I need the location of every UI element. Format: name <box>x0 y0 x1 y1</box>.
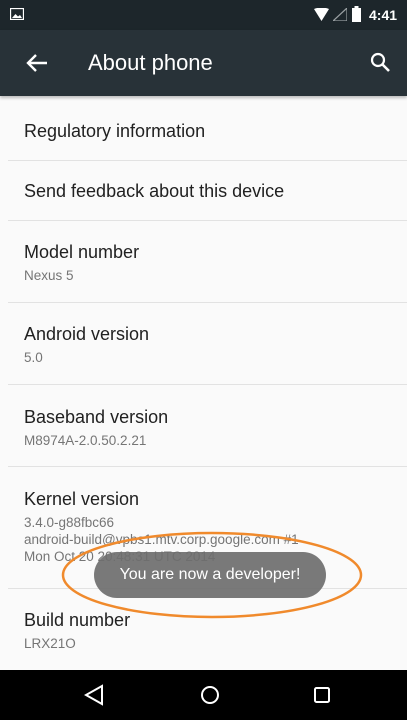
back-arrow-icon[interactable] <box>26 52 48 74</box>
list-item-baseband-version[interactable]: Baseband version M8974A-2.0.50.2.21 <box>0 406 407 449</box>
divider <box>8 302 407 303</box>
list-item-regulatory-information[interactable]: Regulatory information <box>0 120 407 142</box>
recents-square-icon <box>314 687 330 703</box>
item-value: LRX21O <box>24 636 76 651</box>
back-triangle-icon <box>84 684 103 706</box>
list-item-build-number[interactable]: Build number LRX21O <box>0 609 407 652</box>
item-title: Send feedback about this device <box>24 181 285 201</box>
divider <box>8 220 407 221</box>
navigation-bar <box>0 670 407 720</box>
developer-toast: You are now a developer! <box>94 552 326 598</box>
status-bar: 4:41 <box>0 0 407 30</box>
app-bar: About phone <box>0 30 407 96</box>
item-value: 5.0 <box>24 350 43 365</box>
item-title: Build number <box>24 610 131 630</box>
item-value-line: 3.4.0-g88fbc66 <box>24 515 115 530</box>
item-value: M8974A-2.0.50.2.21 <box>24 433 147 448</box>
nav-home-button[interactable] <box>196 681 224 709</box>
item-title: Baseband version <box>24 407 169 427</box>
divider <box>8 466 407 467</box>
item-title: Regulatory information <box>24 121 206 141</box>
search-icon[interactable] <box>370 52 390 72</box>
about-phone-screen: 4:41 About phone Regulatory information … <box>0 0 407 720</box>
item-value: Nexus 5 <box>24 268 74 283</box>
nav-recents-button[interactable] <box>308 681 336 709</box>
wifi-icon <box>314 8 329 21</box>
signal-icon <box>333 8 347 21</box>
item-title: Android version <box>24 324 150 344</box>
item-title: Kernel version <box>24 489 140 509</box>
battery-icon <box>352 6 361 22</box>
status-time: 4:41 <box>369 7 398 23</box>
divider <box>8 384 407 385</box>
item-value-line: android-build@vpbs1.mtv.corp.google.com … <box>24 532 299 547</box>
divider <box>8 160 407 161</box>
nav-back-button[interactable] <box>80 681 108 709</box>
home-circle-icon <box>201 686 219 704</box>
item-title: Model number <box>24 242 140 262</box>
page-title: About phone <box>88 50 213 75</box>
list-item-model-number[interactable]: Model number Nexus 5 <box>0 241 407 284</box>
notification-image-icon <box>10 8 24 20</box>
list-item-send-feedback[interactable]: Send feedback about this device <box>0 180 407 202</box>
list-item-android-version[interactable]: Android version 5.0 <box>0 323 407 366</box>
